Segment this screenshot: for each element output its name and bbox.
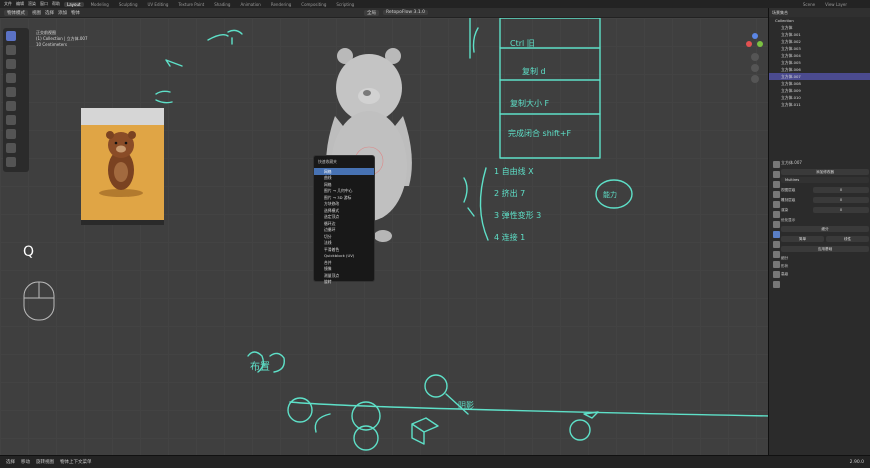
optimal-display-checkbox[interactable]: 优化显示: [781, 218, 869, 223]
field-label: 渲染: [781, 207, 789, 212]
note-elastic: 3 弹性变形 3: [494, 211, 542, 220]
apply-base-button[interactable]: 应用基础: [781, 246, 869, 252]
modifier-header[interactable]: Multires: [781, 177, 869, 183]
output-tab-icon[interactable]: [772, 181, 780, 188]
field-row: 雕刻层级 0: [781, 195, 869, 205]
panel-shape[interactable]: 形状: [781, 264, 869, 269]
menu-select[interactable]: 选择: [45, 10, 54, 16]
status-rotate: 旋转视图: [36, 460, 54, 465]
note-connect: 4 连接 1: [494, 233, 526, 242]
menu-item[interactable]: 旋转: [314, 279, 374, 286]
particles-tab-icon[interactable]: [772, 241, 780, 248]
outliner-row[interactable]: 立方体.004: [769, 52, 870, 59]
menu-help[interactable]: 帮助: [52, 1, 60, 7]
render-tab-icon[interactable]: [772, 171, 780, 178]
note-ability: 能力: [603, 191, 617, 199]
status-move: 移动: [21, 460, 30, 465]
view-layer-selector[interactable]: View Layer: [822, 2, 850, 7]
world-tab-icon[interactable]: [772, 211, 780, 218]
outliner-row[interactable]: 立方体.008: [769, 80, 870, 87]
data-tab-icon[interactable]: [772, 271, 780, 278]
constraints-tab-icon[interactable]: [772, 261, 780, 268]
outliner-row[interactable]: 立方体.010: [769, 94, 870, 101]
note-shadow: 阴影: [458, 401, 474, 410]
viewport-header: 物体模式 视图 选择 添加 物体 全局 RetopoFlow 3.1.0: [0, 8, 768, 18]
menu-edit[interactable]: 编辑: [16, 1, 24, 7]
outliner-row-selected[interactable]: 立方体.007: [769, 73, 870, 80]
field-row: 视图层级 0: [781, 185, 869, 195]
menu-file[interactable]: 文件: [4, 1, 12, 7]
menu-window[interactable]: 窗口: [40, 1, 48, 7]
3d-viewport[interactable]: 正交前视图 (1) Collection | 立方体.007 10 Centim…: [0, 18, 768, 455]
note-close: 完成闭合 shift+F: [508, 129, 572, 138]
tab-animation[interactable]: Animation: [237, 2, 263, 7]
properties-body: 立方体.007 添加修改器 Multires 视图层级 0 雕刻层级 0 渲染 …: [781, 160, 869, 277]
tab-shading[interactable]: Shading: [211, 2, 233, 7]
outliner-row[interactable]: 立方体.006: [769, 66, 870, 73]
menu-title: 快速收藏夹: [318, 159, 337, 164]
panel-subdivision[interactable]: 细分: [781, 256, 869, 261]
outliner-header: 场景集合: [769, 8, 870, 17]
tab-scripting[interactable]: Scripting: [333, 2, 357, 7]
version-label: 2.90.0: [849, 459, 864, 465]
mode-dropdown[interactable]: 物体模式: [4, 9, 28, 16]
outliner-row[interactable]: 立方体.005: [769, 59, 870, 66]
annotation-strokes: [155, 18, 768, 451]
outliner-row[interactable]: 立方体.009: [769, 87, 870, 94]
tab-sculpting[interactable]: Sculpting: [116, 2, 141, 7]
simple-button[interactable]: 简单: [781, 236, 824, 242]
note-size: 复制大小 F: [510, 99, 550, 108]
properties-tabs: [771, 160, 781, 291]
field-value[interactable]: 0: [813, 207, 869, 213]
note-extrude: 2 挤出 7: [494, 189, 526, 198]
menu-view[interactable]: 视图: [32, 10, 41, 16]
menu-render[interactable]: 渲染: [28, 1, 36, 7]
tab-rendering[interactable]: Rendering: [268, 2, 294, 7]
outliner-row[interactable]: 立方体: [769, 24, 870, 31]
outliner-collection[interactable]: Collection: [769, 17, 870, 24]
subdivide-button[interactable]: 细分: [781, 226, 869, 232]
physics-tab-icon[interactable]: [772, 251, 780, 258]
tab-compositing[interactable]: Compositing: [298, 2, 329, 7]
status-bar: 选择 移动 旋转视图 物体上下文菜单 2.90.0: [0, 455, 870, 468]
material-tab-icon[interactable]: [772, 281, 780, 288]
retopoflow-button[interactable]: RetopoFlow 3.1.0: [383, 10, 428, 15]
tab-uv-editing[interactable]: UV Editing: [145, 2, 172, 7]
add-modifier-button[interactable]: 添加修改器: [781, 169, 869, 175]
note-freeline: 1 自由线 X: [494, 167, 534, 176]
transform-orientation[interactable]: 全局: [364, 9, 379, 16]
note-copy: 复制 d: [522, 67, 546, 76]
outliner-row[interactable]: 立方体.001: [769, 31, 870, 38]
tab-layout[interactable]: Layout: [64, 1, 84, 7]
object-tab-icon[interactable]: [772, 221, 780, 228]
quick-favorites-menu: 快速收藏夹 网格 曲线 网格 图片 → 几何中心 图片 → 3D 游标 方块修改…: [313, 155, 375, 284]
field-label: 视图层级: [781, 187, 796, 192]
field-value[interactable]: 0: [813, 187, 869, 193]
field-label: 雕刻层级: [781, 197, 796, 202]
field-value[interactable]: 0: [813, 197, 869, 203]
menu-object[interactable]: 物体: [71, 10, 80, 16]
field-row: 渲染 0: [781, 205, 869, 215]
view-layer-tab-icon[interactable]: [772, 191, 780, 198]
status-select: 选择: [6, 460, 15, 465]
note-layout: 布置: [250, 362, 270, 373]
tab-texture-paint[interactable]: Texture Paint: [175, 2, 207, 7]
modifier-tab-icon[interactable]: [772, 231, 780, 238]
note-ctrl: Ctrl 旧: [510, 39, 535, 48]
properties-editor: 立方体.007 添加修改器 Multires 视图层级 0 雕刻层级 0 渲染 …: [769, 156, 870, 455]
outliner-row[interactable]: 立方体.002: [769, 38, 870, 45]
panel-advanced[interactable]: 高级: [781, 272, 869, 277]
scene-selector[interactable]: Scene: [800, 2, 818, 7]
right-panel: 场景集合 Collection 立方体 立方体.001 立方体.002 立方体.…: [768, 8, 870, 455]
linear-button[interactable]: 线性: [826, 236, 869, 242]
tab-modeling[interactable]: Modeling: [88, 2, 112, 7]
scene-tab-icon[interactable]: [772, 201, 780, 208]
menu-add[interactable]: 添加: [58, 10, 67, 16]
top-menubar: 文件 编辑 渲染 窗口 帮助 Layout Modeling Sculpting…: [0, 0, 870, 8]
outliner-row[interactable]: 立方体.011: [769, 101, 870, 108]
tool-tab-icon[interactable]: [772, 161, 780, 168]
outliner-row[interactable]: 立方体.003: [769, 45, 870, 52]
object-name: 立方体.007: [781, 160, 802, 165]
status-context: 物体上下文菜单: [60, 460, 92, 465]
